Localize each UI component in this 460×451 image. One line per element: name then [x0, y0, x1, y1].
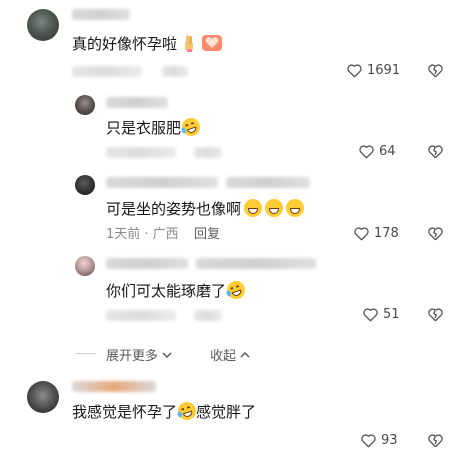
avatar[interactable] — [27, 381, 59, 413]
heart-sticker-icon — [201, 34, 223, 57]
laughing-tears-emoji-icon — [224, 278, 248, 302]
blurred-meta — [72, 66, 142, 77]
comment-text: 真的好像怀孕啦 — [72, 34, 223, 57]
blurred-username — [72, 9, 130, 20]
like-button[interactable]: 178 — [353, 226, 399, 241]
laughing-tears-emoji-icon — [175, 399, 199, 423]
like-button[interactable]: 51 — [362, 307, 400, 322]
avatar[interactable] — [75, 175, 95, 195]
blurred-username — [106, 97, 168, 108]
expand-more-button[interactable]: 展开更多 — [106, 345, 172, 364]
comment-text-content: 真的好像怀孕啦 — [72, 35, 178, 53]
broken-heart-icon[interactable] — [427, 63, 444, 78]
like-count: 178 — [374, 226, 399, 241]
avatar[interactable] — [75, 256, 95, 276]
like-button[interactable]: 64 — [358, 144, 396, 159]
comment-text-content: 只是衣服肥 — [106, 119, 182, 137]
blurred-reply — [194, 310, 222, 321]
comment-text-content: 我感觉是怀孕了 — [72, 403, 178, 421]
laughing-tears-emoji-icon — [179, 115, 203, 139]
avatar[interactable] — [75, 95, 95, 115]
fingers-crossed-sticker-icon — [182, 34, 196, 57]
heart-outline-icon — [354, 227, 369, 241]
chevron-down-icon — [162, 352, 172, 359]
avatar[interactable] — [27, 9, 59, 41]
collapse-button[interactable]: 收起 — [210, 345, 250, 364]
grinning-emoji-icon — [244, 199, 263, 217]
grinning-emoji-icon — [286, 199, 305, 217]
broken-heart-icon[interactable] — [427, 307, 444, 322]
comment-meta: 1天前 · 广西 — [106, 227, 179, 242]
comment-text: 我感觉是怀孕了 感觉胖了 — [72, 399, 257, 423]
broken-heart-icon[interactable] — [427, 226, 444, 241]
heart-outline-icon — [359, 145, 374, 159]
like-button[interactable]: 93 — [360, 433, 398, 448]
heart-outline-icon — [347, 64, 362, 78]
comment-text-content-2: 感觉胖了 — [196, 403, 257, 421]
heart-outline-icon — [363, 308, 378, 322]
comment-text: 只是衣服肥 — [106, 115, 203, 139]
blurred-username — [72, 381, 156, 392]
chevron-up-icon — [240, 351, 250, 358]
collapse-label: 收起 — [210, 349, 237, 364]
like-count: 51 — [383, 307, 400, 322]
comment-text: 可是坐的姿势也像啊 — [106, 199, 305, 219]
like-count: 64 — [379, 144, 396, 159]
like-count: 93 — [381, 433, 398, 448]
comment-text-content: 可是坐的姿势也像啊 — [106, 200, 242, 218]
blurred-username — [106, 258, 188, 269]
broken-heart-icon[interactable] — [427, 144, 444, 159]
like-button[interactable]: 1691 — [346, 63, 400, 78]
broken-heart-icon[interactable] — [427, 433, 444, 448]
blurred-meta — [106, 147, 176, 158]
blurred-meta — [106, 310, 176, 321]
blurred-username-suffix — [196, 258, 316, 269]
reply-button[interactable]: 回复 — [194, 227, 220, 243]
comment-text: 你们可太能琢磨了 — [106, 278, 248, 302]
comment-text-content: 你们可太能琢磨了 — [106, 282, 227, 300]
blurred-username-suffix — [226, 177, 310, 188]
blurred-reply — [194, 147, 222, 158]
like-count: 1691 — [367, 63, 401, 78]
thread-divider — [76, 353, 96, 354]
expand-more-label: 展开更多 — [106, 349, 159, 364]
heart-outline-icon — [361, 434, 376, 448]
grinning-emoji-icon — [265, 199, 284, 217]
blurred-reply — [162, 66, 188, 77]
blurred-username — [106, 177, 218, 188]
